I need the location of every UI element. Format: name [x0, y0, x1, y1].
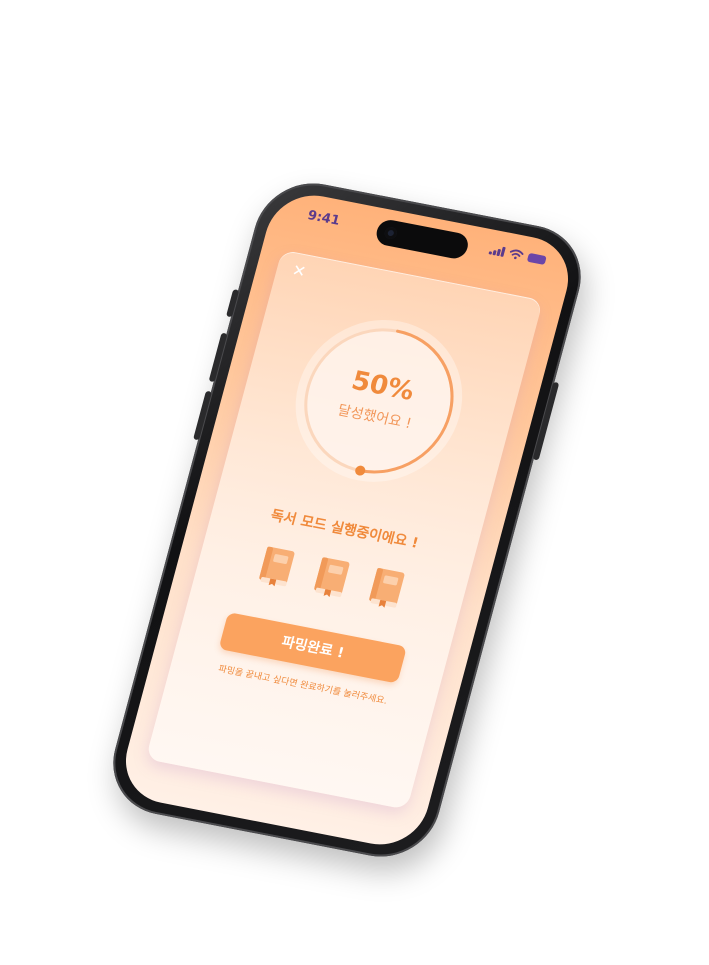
stage: 9:41 ✕ 50% 달성했어요 ! 독서 모드 실행중이에요 ! 파밍완료 !…: [0, 0, 709, 965]
signal-icon: [488, 244, 506, 257]
book-icon: [259, 546, 295, 587]
phone-device: 9:41 ✕ 50% 달성했어요 ! 독서 모드 실행중이에요 ! 파밍완료 !…: [100, 173, 594, 867]
book-icon: [314, 557, 350, 598]
dynamic-island: [373, 217, 471, 261]
progress-ring: 50% 달성했어요 !: [267, 297, 490, 506]
battery-icon: [526, 252, 547, 265]
status-icons: [488, 244, 547, 265]
book-icon: [369, 568, 405, 608]
close-icon[interactable]: ✕: [289, 260, 309, 281]
camera-icon: [383, 226, 399, 241]
reading-mode-card: ✕ 50% 달성했어요 ! 독서 모드 실행중이에요 ! 파밍완료 ! 파밍을 …: [145, 249, 544, 810]
wifi-icon: [509, 249, 524, 260]
status-time: 9:41: [305, 208, 342, 229]
